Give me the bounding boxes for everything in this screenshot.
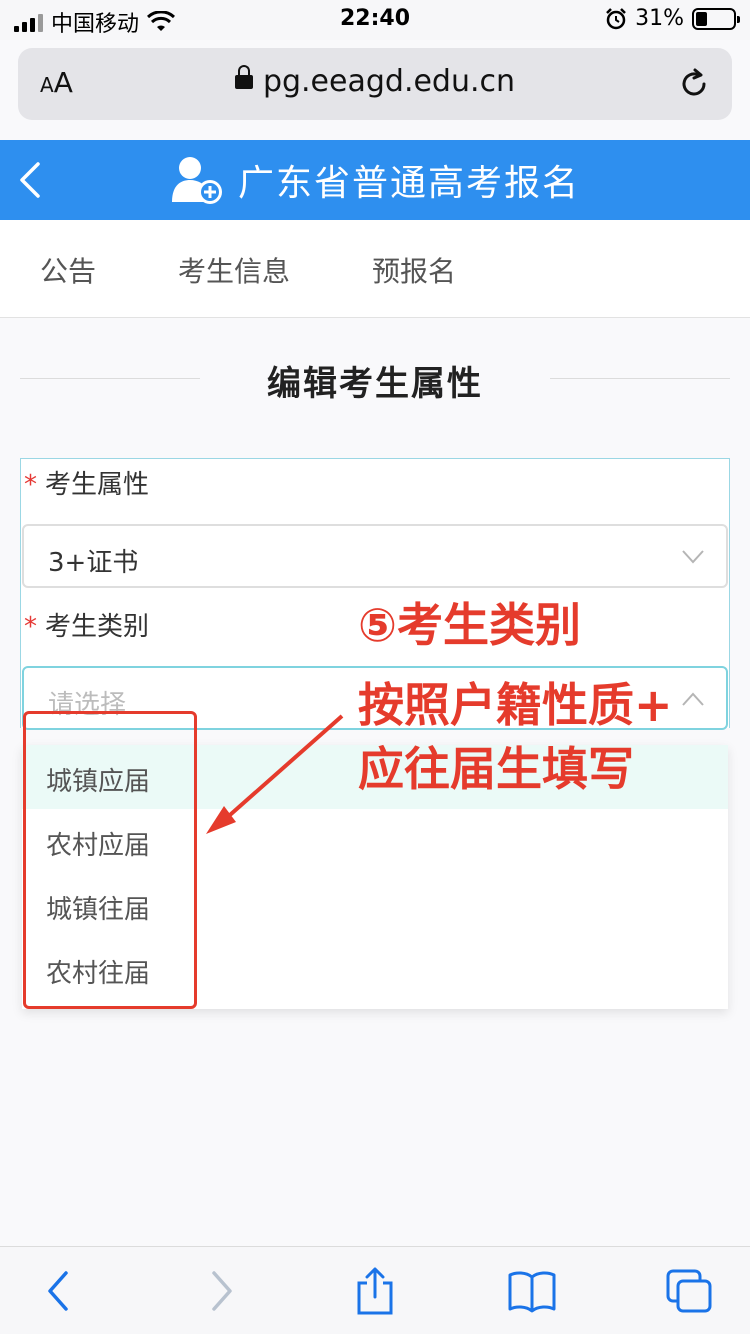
annotation-line-2: 按照户籍性质+ <box>358 678 673 732</box>
alarm-icon <box>606 7 626 29</box>
battery-percent: 31% <box>635 6 684 31</box>
status-right: 31% <box>605 6 740 31</box>
forward-icon[interactable] <box>194 1267 246 1315</box>
annotation-line-3: 应往届生填写 <box>358 742 634 796</box>
user-add-icon <box>171 157 222 204</box>
chevron-down-icon <box>682 550 704 564</box>
back-icon[interactable] <box>34 1267 86 1315</box>
app-header: 广东省普通高考报名 <box>0 140 750 220</box>
browser-address-bar[interactable]: AA pg.eeagd.edu.cn <box>18 48 732 120</box>
header-title: 广东省普通高考报名 <box>237 163 580 204</box>
attribute-select[interactable]: 3+证书 <box>22 524 728 588</box>
header-title-wrap: 广东省普通高考报名 <box>0 154 750 206</box>
tab-announcement[interactable]: 公告 <box>40 250 96 290</box>
section-title-row: 编辑考生属性 <box>20 352 730 404</box>
category-label-text: 考生类别 <box>45 612 150 642</box>
tab-pre-registration[interactable]: 预报名 <box>372 250 456 290</box>
address-text-wrap: pg.eeagd.edu.cn <box>18 64 732 99</box>
tab-student-info[interactable]: 考生信息 <box>178 250 290 290</box>
reload-icon[interactable] <box>676 66 712 102</box>
share-icon[interactable] <box>349 1267 401 1315</box>
battery-fill <box>696 11 708 26</box>
bookmarks-icon[interactable] <box>506 1267 558 1315</box>
browser-toolbar <box>0 1246 750 1334</box>
attribute-label-text: 考生属性 <box>45 470 150 500</box>
lock-icon <box>234 65 253 89</box>
required-mark: * <box>24 470 37 500</box>
address-text: pg.eeagd.edu.cn <box>262 64 516 99</box>
tab-bar: 公告 考生信息 预报名 <box>0 220 750 318</box>
status-bar: 中国移动 22:40 31% <box>0 0 750 40</box>
page-title: 编辑考生属性 <box>267 364 483 404</box>
battery-icon <box>692 7 740 30</box>
tabs-icon[interactable] <box>664 1267 716 1315</box>
annotation-line-1: ⑤考生类别 <box>358 598 581 652</box>
annotation-highlight-box <box>23 711 197 1009</box>
category-label: * 考生类别 <box>24 606 149 643</box>
required-mark: * <box>24 612 37 642</box>
divider-right <box>550 378 730 379</box>
attribute-label: * 考生属性 <box>24 464 149 501</box>
attribute-select-value: 3+证书 <box>48 548 139 578</box>
